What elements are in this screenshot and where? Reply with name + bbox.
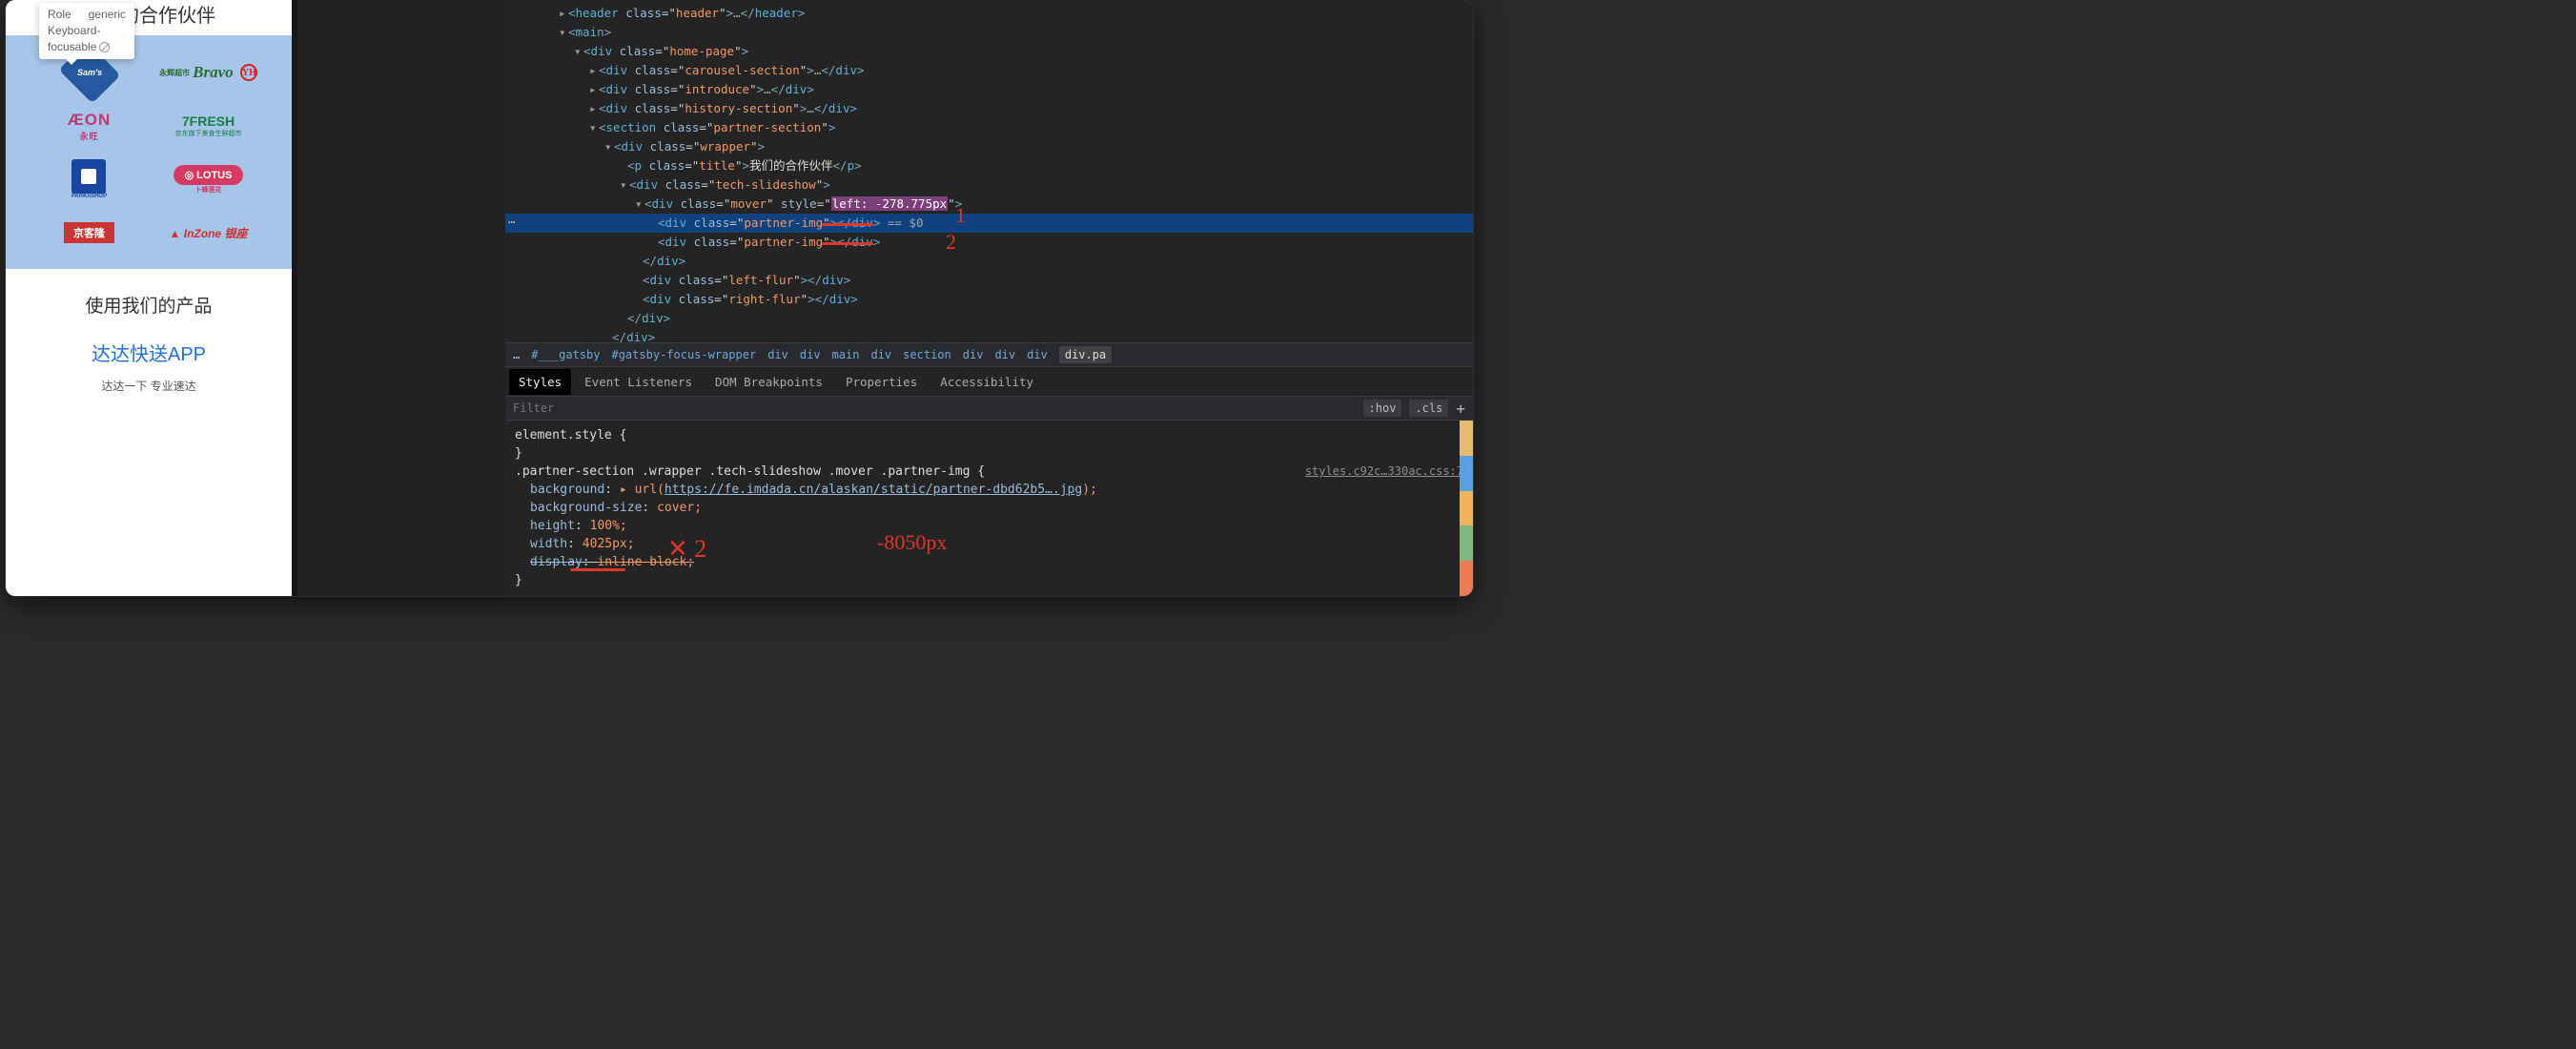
styles-pane: Styles Event Listeners DOM Breakpoints P…: [505, 367, 1473, 596]
product-subtitle: 达达一下 专业速达: [15, 378, 282, 394]
styles-tabs: Styles Event Listeners DOM Breakpoints P…: [505, 367, 1473, 396]
crumb-section[interactable]: section: [903, 348, 951, 361]
crumb-div[interactable]: div: [1027, 348, 1048, 361]
tab-event-listeners[interactable]: Event Listeners: [575, 369, 702, 395]
stylesheet-link[interactable]: styles.c92c…330ac.css:7: [1305, 463, 1463, 481]
breadcrumb-trail[interactable]: … #___gatsby #gatsby-focus-wrapper div d…: [505, 342, 1473, 367]
crumb-div[interactable]: div: [767, 348, 788, 361]
logo-jingkelong: 京客隆: [37, 216, 142, 249]
logo-sams: Sam's: [37, 56, 142, 89]
tooltip-role-label: Role: [48, 7, 72, 23]
crumb-div[interactable]: div: [963, 348, 984, 361]
annotation-underline-1: [822, 223, 873, 226]
cls-toggle[interactable]: .cls: [1409, 400, 1448, 417]
logo-inzone: ▲ InZone 银座: [156, 216, 261, 249]
tab-styles[interactable]: Styles: [509, 369, 571, 395]
tab-dom-breakpoints[interactable]: DOM Breakpoints: [705, 369, 832, 395]
inspector-tooltip: Role generic Keyboard-focusable: [39, 3, 134, 59]
product-area: 使用我们的产品 达达快送APP 达达一下 专业速达: [6, 269, 292, 417]
crumb-current[interactable]: div.pa: [1059, 346, 1112, 363]
partners-area: Sam's 永辉超市 Bravo YH ÆON永旺 7FRESH京东旗下美食生鲜…: [6, 35, 292, 269]
annotation-multiply-2: ✕ 2: [667, 540, 706, 558]
crumb-div[interactable]: div: [994, 348, 1015, 361]
annotation-number-1: 1: [955, 206, 966, 225]
new-style-rule-button[interactable]: +: [1456, 400, 1465, 418]
tooltip-focus-label: Keyboard-focusable: [48, 24, 100, 53]
crumb-focus-wrapper[interactable]: #gatsby-focus-wrapper: [611, 348, 756, 361]
annotation-strike-display: [570, 568, 625, 571]
crumb-main[interactable]: main: [832, 348, 860, 361]
logo-bravo: 永辉超市 Bravo YH: [156, 56, 261, 89]
styles-filter-row: :hov .cls +: [505, 396, 1473, 421]
not-focusable-icon: [99, 42, 110, 52]
page-surface: 我们的合作伙伴 Sam's 永辉超市 Bravo YH ÆON永旺 7FRESH…: [6, 0, 292, 596]
logo-lotus: ◎ LOTUS卜蜂莲花: [156, 163, 261, 195]
elements-dom-tree[interactable]: ▸<header class="header">…</header> ▾<mai…: [505, 0, 1473, 342]
logo-parknshop: PARKnSHOP: [37, 163, 142, 195]
annotation-neg-8050: -8050px: [877, 533, 947, 551]
partners-grid: Sam's 永辉超市 Bravo YH ÆON永旺 7FRESH京东旗下美食生鲜…: [6, 39, 292, 258]
product-title: 使用我们的产品: [15, 292, 282, 318]
tab-accessibility[interactable]: Accessibility: [930, 369, 1043, 395]
rendered-page-pane: 我们的合作伙伴 Sam's 永辉超市 Bravo YH ÆON永旺 7FRESH…: [6, 0, 297, 596]
tooltip-role-value: generic: [89, 7, 126, 23]
annotation-number-2: 2: [946, 233, 956, 252]
annotation-underline-2: [822, 242, 873, 245]
crumb-gatsby[interactable]: #___gatsby: [531, 348, 600, 361]
tab-properties[interactable]: Properties: [836, 369, 927, 395]
styles-filter-input[interactable]: [505, 401, 1356, 415]
logo-aeon: ÆON永旺: [37, 110, 142, 142]
app-window: 我们的合作伙伴 Sam's 永辉超市 Bravo YH ÆON永旺 7FRESH…: [6, 0, 1473, 596]
product-app-link[interactable]: 达达快送APP: [15, 339, 282, 366]
selected-dom-node[interactable]: …<div class="partner-img"></div> == $0: [505, 214, 1473, 233]
breadcrumb-dots-icon: …: [508, 210, 516, 229]
overview-palette: [1460, 421, 1473, 596]
dark-gap: [297, 0, 505, 596]
styles-rules[interactable]: element.style { } styles.c92c…330ac.css:…: [505, 421, 1473, 596]
hov-toggle[interactable]: :hov: [1363, 400, 1402, 417]
crumb-div[interactable]: div: [800, 348, 821, 361]
crumb-div[interactable]: div: [870, 348, 891, 361]
devtools-pane: ▸<header class="header">…</header> ▾<mai…: [505, 0, 1473, 596]
logo-7fresh: 7FRESH京东旗下美食生鲜超市: [156, 110, 261, 142]
inline-style-highlight: left: -278.775px: [831, 196, 948, 211]
